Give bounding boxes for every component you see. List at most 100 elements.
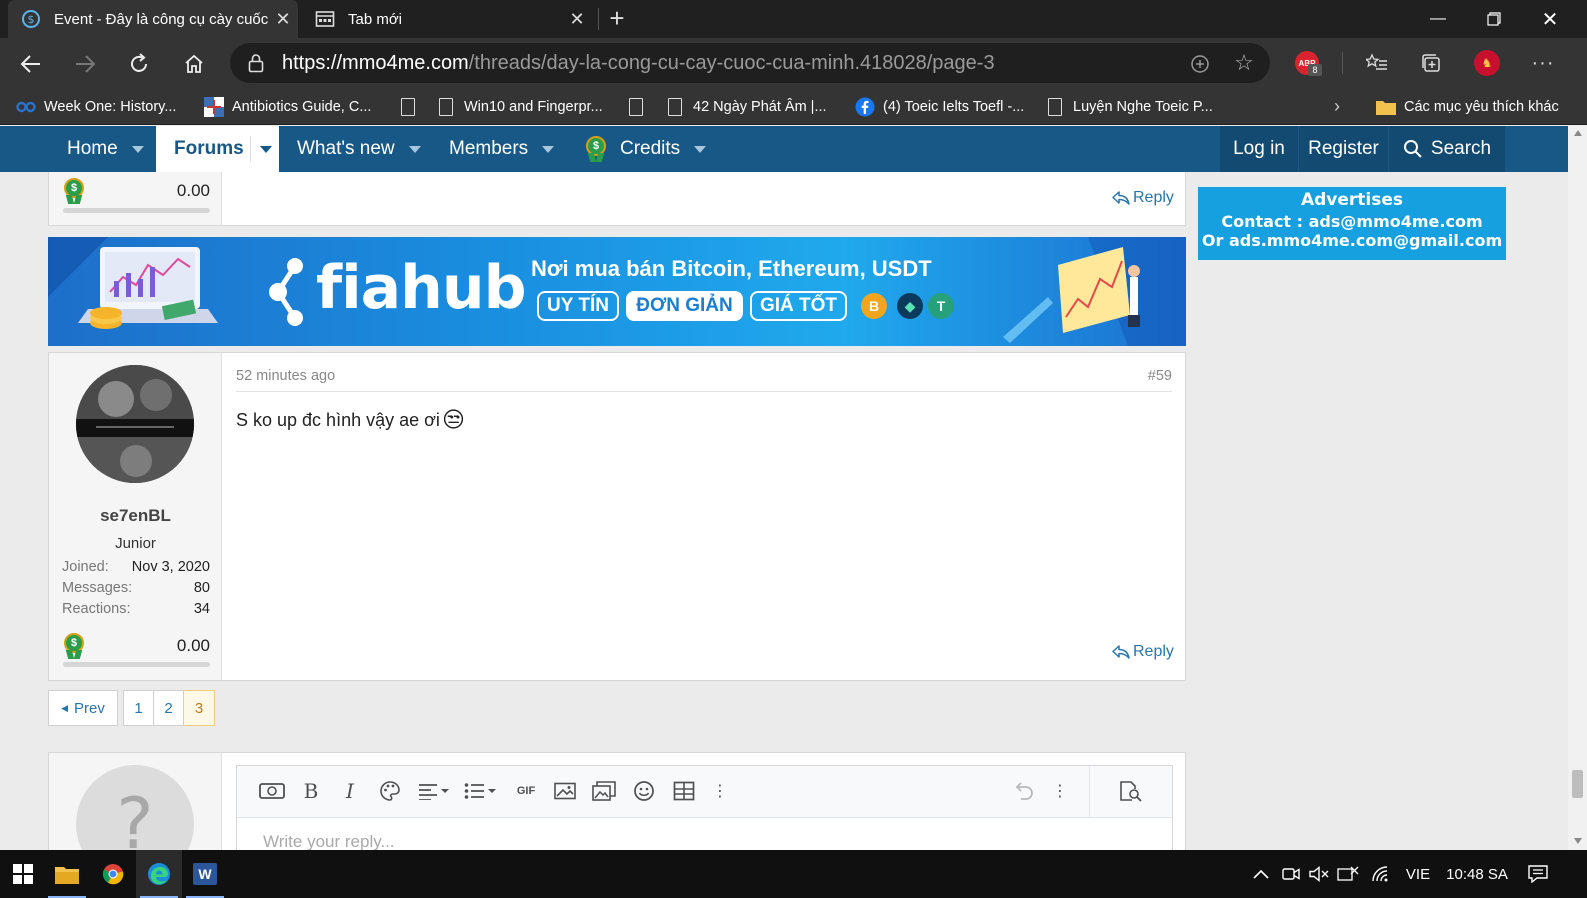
clock[interactable]: 10:48 SA bbox=[1442, 850, 1512, 898]
more-options-icon[interactable]: ⋮ bbox=[703, 766, 737, 816]
page-link[interactable]: 1 bbox=[123, 690, 154, 726]
page-link-current[interactable]: 3 bbox=[183, 690, 215, 726]
image-insert-icon[interactable] bbox=[548, 766, 582, 816]
favorites-list-icon[interactable] bbox=[1362, 49, 1392, 77]
language-indicator[interactable]: VIE bbox=[1398, 850, 1438, 898]
media-gallery-icon[interactable] bbox=[587, 766, 621, 816]
minimize-icon[interactable]: — bbox=[1410, 0, 1466, 38]
tray-overflow-chevron-icon[interactable] bbox=[1248, 850, 1274, 898]
chevron-down-icon[interactable] bbox=[542, 145, 555, 153]
bookmark-item[interactable] bbox=[626, 94, 654, 119]
more-menu-icon[interactable]: ··· bbox=[1528, 49, 1558, 77]
site-favicon-icon: $ bbox=[20, 8, 42, 30]
file-explorer-icon[interactable] bbox=[44, 850, 90, 898]
url-bar[interactable]: https://mmo4me.com/threads/day-la-cong-c… bbox=[230, 43, 1270, 83]
adblock-extension-icon[interactable]: ABP 8 bbox=[1292, 49, 1322, 77]
chevron-down-icon[interactable] bbox=[131, 145, 144, 153]
italic-icon[interactable]: I bbox=[333, 766, 367, 816]
edge-icon[interactable] bbox=[136, 850, 182, 898]
bookmark-item[interactable]: Antibiotics Guide, C... bbox=[204, 94, 371, 119]
volume-muted-icon[interactable] bbox=[1306, 850, 1332, 898]
page-link[interactable]: 2 bbox=[153, 690, 184, 726]
meet-now-icon[interactable] bbox=[1278, 850, 1304, 898]
lock-icon[interactable] bbox=[230, 53, 282, 73]
add-extension-icon[interactable] bbox=[1188, 52, 1212, 76]
nav-label: What's new bbox=[297, 138, 395, 159]
register-link[interactable]: Register bbox=[1299, 126, 1388, 172]
preview-icon[interactable] bbox=[1113, 766, 1147, 816]
advertise-box[interactable]: Advertises Contact : ads@mmo4me.com Or a… bbox=[1198, 187, 1506, 260]
nav-home[interactable]: Home bbox=[48, 126, 156, 172]
search-button[interactable]: Search bbox=[1389, 126, 1505, 172]
profile-crest-icon: ♞ bbox=[1474, 50, 1500, 76]
nav-label: Members bbox=[449, 138, 529, 159]
wifi-icon[interactable] bbox=[1368, 850, 1394, 898]
other-favorites-folder[interactable]: Các mục yêu thích khác bbox=[1376, 94, 1559, 119]
site-nav-bar: Home Forums What's new Members $ Credits… bbox=[0, 126, 1568, 172]
credits-value: 0.00 bbox=[176, 636, 210, 655]
nav-whats-new[interactable]: What's new bbox=[279, 126, 432, 172]
collections-icon[interactable] bbox=[1416, 49, 1446, 77]
post-number[interactable]: #59 bbox=[1139, 368, 1172, 384]
undo-icon[interactable] bbox=[1007, 766, 1041, 816]
nav-forums[interactable]: Forums bbox=[156, 126, 279, 172]
nav-members[interactable]: Members bbox=[432, 126, 568, 172]
avatar[interactable] bbox=[76, 365, 194, 483]
scrollbar-thumb[interactable] bbox=[1572, 770, 1583, 798]
forward-icon[interactable] bbox=[68, 47, 102, 81]
tab-active[interactable]: $ Event - Đây là công cụ cày cuốc c ✕ bbox=[8, 0, 298, 38]
page-scrollbar[interactable] bbox=[1568, 126, 1587, 850]
home-icon[interactable] bbox=[177, 47, 211, 81]
bookmark-item[interactable] bbox=[398, 94, 426, 119]
bookmark-label: Win10 and Fingerpr... bbox=[464, 98, 603, 115]
fiahub-banner[interactable]: fiahub Nơi mua bán Bitcoin, Ethereum, US… bbox=[48, 237, 1186, 346]
table-insert-icon[interactable] bbox=[667, 766, 701, 816]
reply-button[interactable]: Reply bbox=[1112, 189, 1174, 207]
tab-new[interactable]: Tab mới ✕ bbox=[302, 0, 592, 38]
windows-start-icon[interactable] bbox=[0, 850, 46, 898]
chevron-down-icon[interactable] bbox=[694, 145, 707, 153]
bookmark-item[interactable]: Week One: History... bbox=[16, 94, 176, 119]
editor: B I GIF ⋮ ⋮ Write your reply... bbox=[236, 765, 1173, 850]
profile-avatar[interactable]: ♞ bbox=[1472, 49, 1502, 77]
reply-input[interactable]: Write your reply... bbox=[263, 832, 395, 850]
bookmark-item[interactable]: (4) Toeic Ielts Toefl -... bbox=[855, 94, 1024, 119]
align-dropdown-icon[interactable] bbox=[413, 766, 457, 816]
list-dropdown-icon[interactable] bbox=[459, 766, 503, 816]
ethereum-coin-icon: ◆ bbox=[897, 293, 923, 319]
login-link[interactable]: Log in bbox=[1220, 126, 1298, 172]
word-icon[interactable]: W bbox=[182, 850, 228, 898]
chevron-down-icon[interactable] bbox=[260, 146, 272, 153]
bookmark-item[interactable]: 42 Ngày Phát Âm |... bbox=[665, 94, 827, 119]
favorite-star-icon[interactable]: ☆ bbox=[1232, 51, 1256, 75]
credits-insert-icon[interactable] bbox=[255, 766, 289, 816]
username[interactable]: se7enBL bbox=[49, 506, 222, 526]
notifications-icon[interactable] bbox=[1522, 850, 1554, 898]
nav-credits[interactable]: $ Credits bbox=[568, 126, 718, 172]
bookmarks-overflow-chevron-icon[interactable]: › bbox=[1334, 94, 1340, 119]
more-options-icon[interactable]: ⋮ bbox=[1043, 766, 1077, 816]
new-tab-plus-icon[interactable]: + bbox=[603, 4, 631, 32]
back-icon[interactable] bbox=[14, 47, 48, 81]
reply-button[interactable]: Reply bbox=[1112, 643, 1174, 661]
scroll-down-arrow-icon[interactable] bbox=[1574, 838, 1582, 844]
chrome-icon[interactable] bbox=[90, 850, 136, 898]
close-window-icon[interactable]: ✕ bbox=[1522, 0, 1578, 38]
chevron-down-icon[interactable] bbox=[408, 145, 421, 153]
close-tab-icon[interactable]: ✕ bbox=[562, 9, 592, 30]
post-timestamp[interactable]: 52 minutes ago bbox=[236, 368, 335, 384]
refresh-icon[interactable] bbox=[122, 47, 156, 81]
bookmark-label: Luyện Nghe Toeic P... bbox=[1073, 98, 1213, 115]
prev-page-button[interactable]: ◀ Prev bbox=[48, 690, 118, 726]
close-tab-icon[interactable]: ✕ bbox=[268, 9, 298, 30]
restore-icon[interactable] bbox=[1466, 0, 1522, 38]
bookmark-item[interactable]: Win10 and Fingerpr... bbox=[436, 94, 603, 119]
bookmark-item[interactable]: Luyện Nghe Toeic P... bbox=[1045, 94, 1213, 119]
gif-icon[interactable]: GIF bbox=[509, 766, 543, 816]
scroll-up-arrow-icon[interactable] bbox=[1574, 130, 1582, 136]
text-color-palette-icon[interactable] bbox=[373, 766, 407, 816]
bold-icon[interactable]: B bbox=[294, 766, 328, 816]
emoji-smile-icon[interactable] bbox=[627, 766, 661, 816]
bookmark-label: 42 Ngày Phát Âm |... bbox=[693, 98, 827, 115]
input-method-icon[interactable] bbox=[1334, 850, 1362, 898]
